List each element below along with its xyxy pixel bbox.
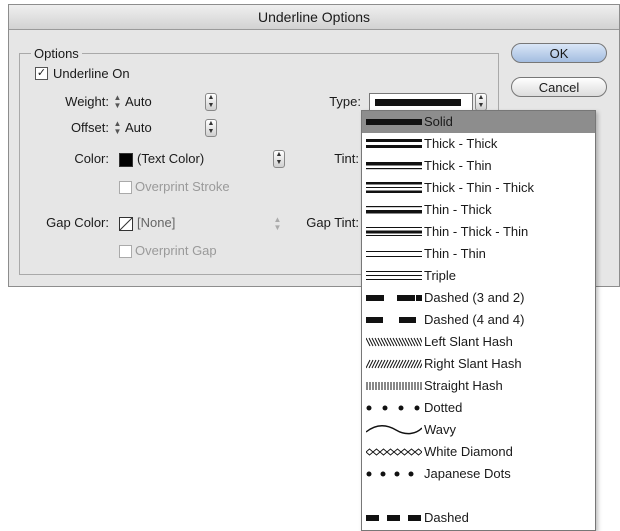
type-dropdown-icon[interactable]: ▲ ▼ — [475, 93, 487, 111]
gap-color-label: Gap Color: — [46, 215, 109, 230]
weight-dropdown-icon[interactable]: ▲ ▼ — [205, 93, 217, 111]
type-menu-item[interactable]: Left Slant Hash — [362, 331, 595, 353]
type-menu-item[interactable]: Thin - Thin — [362, 243, 595, 265]
left-slant-hash-line-icon — [366, 337, 422, 347]
type-menu-item-label: Solid — [424, 114, 453, 129]
dashed-3-2-line-icon — [366, 295, 422, 301]
type-menu-item[interactable]: Triple — [362, 265, 595, 287]
type-menu-item-label: Japanese Dots — [424, 466, 511, 481]
type-menu-item[interactable]: Dashed (3 and 2) — [362, 287, 595, 309]
underline-on-checkbox[interactable]: ✓ — [35, 67, 48, 80]
dashed-line-icon — [366, 515, 421, 521]
type-menu-item-label: Triple — [424, 268, 457, 283]
text-color-swatch-icon — [119, 153, 133, 167]
thin-thick-line-icon — [366, 206, 422, 214]
thick-thin-line-icon — [366, 162, 422, 170]
japanese-dots-line-icon — [366, 471, 414, 477]
none-color-swatch-icon — [119, 217, 133, 231]
type-menu-item[interactable]: Thick - Thin - Thick — [362, 177, 595, 199]
solid-line-icon — [366, 119, 422, 125]
type-menu-item-label: Thin - Thick — [424, 202, 492, 217]
type-dropdown-menu: Solid Thick - Thick Thick - Thin Thick - Th… — [361, 110, 596, 531]
type-menu-item-label: Right Slant Hash — [424, 356, 522, 371]
type-menu-item-label: Thick - Thin — [424, 158, 492, 173]
overprint-stroke-checkbox[interactable] — [119, 181, 132, 194]
type-menu-item-label: Thick - Thick — [424, 136, 498, 151]
type-menu-item[interactable]: Thick - Thin — [362, 155, 595, 177]
offset-stepper-icon[interactable]: ▲ ▼ — [113, 120, 122, 136]
type-menu-item[interactable]: Straight Hash — [362, 375, 595, 397]
dialog-title: Underline Options — [9, 5, 619, 30]
solid-line-sample-icon — [375, 99, 461, 106]
overprint-stroke-label: Overprint Stroke — [135, 179, 230, 194]
overprint-gap-checkbox[interactable] — [119, 245, 132, 258]
color-dropdown-icon[interactable]: ▲ ▼ — [273, 150, 285, 168]
type-menu-item-label: Wavy — [424, 422, 457, 437]
dashed-4-4-line-icon — [366, 317, 416, 323]
weight-label: Weight: — [65, 94, 109, 109]
color-label: Color: — [74, 151, 109, 166]
offset-label: Offset: — [70, 120, 109, 135]
triple-line-icon — [366, 271, 422, 280]
type-menu-item[interactable]: Wavy — [362, 419, 595, 441]
thick-thick-line-icon — [366, 139, 422, 148]
type-menu-item-label: Dashed — [424, 510, 469, 525]
thin-thin-line-icon — [366, 251, 422, 257]
type-menu-item[interactable]: Thick - Thick — [362, 133, 595, 155]
weight-stepper-icon[interactable]: ▲ ▼ — [113, 94, 122, 110]
type-menu-item[interactable]: Dotted — [362, 397, 595, 419]
right-slant-hash-line-icon — [366, 359, 422, 369]
underline-on-label: Underline On — [53, 66, 130, 81]
white-diamond-line-icon — [366, 448, 422, 456]
wavy-line-icon — [366, 425, 422, 435]
type-menu-item-label: Thin - Thin — [424, 246, 486, 261]
type-menu-item[interactable]: Thin - Thick — [362, 199, 595, 221]
type-menu-item[interactable]: Japanese Dots — [362, 463, 595, 485]
type-menu-item-label: Dashed (3 and 2) — [424, 290, 525, 305]
type-menu-item-label: Dashed (4 and 4) — [424, 312, 525, 327]
straight-hash-line-icon — [366, 382, 422, 390]
type-select[interactable] — [369, 93, 473, 111]
thick-thin-thick-line-icon — [366, 182, 422, 193]
thin-thick-thin-line-icon — [366, 227, 422, 236]
cancel-button[interactable]: Cancel — [511, 77, 607, 97]
color-select[interactable]: (Text Color) — [137, 150, 257, 168]
gap-tint-label: Gap Tint: — [306, 215, 359, 230]
weight-input[interactable]: Auto — [125, 93, 185, 111]
offset-dropdown-icon[interactable]: ▲ ▼ — [205, 119, 217, 137]
type-menu-item[interactable]: Dashed (4 and 4) — [362, 309, 595, 331]
type-menu-item-label: Straight Hash — [424, 378, 503, 393]
options-group-label: Options — [31, 46, 82, 61]
type-menu-item[interactable]: Solid — [362, 111, 595, 133]
gap-color-dropdown-icon[interactable]: ▲ ▼ — [273, 216, 282, 232]
gap-color-select[interactable]: [None] — [137, 214, 257, 232]
type-menu-item[interactable]: Dashed — [362, 507, 595, 529]
type-menu-item — [362, 485, 595, 507]
type-menu-item[interactable]: White Diamond — [362, 441, 595, 463]
type-menu-item-label: Dotted — [424, 400, 463, 415]
type-menu-item-label: Thick - Thin - Thick — [424, 180, 535, 195]
type-menu-item-label: Thin - Thick - Thin — [424, 224, 529, 239]
ok-button[interactable]: OK — [511, 43, 607, 63]
type-label: Type: — [329, 94, 361, 109]
type-menu-item-label: White Diamond — [424, 444, 513, 459]
dotted-line-icon — [366, 405, 420, 411]
type-menu-item[interactable]: Thin - Thick - Thin — [362, 221, 595, 243]
offset-input[interactable]: Auto — [125, 119, 185, 137]
type-menu-item[interactable]: Right Slant Hash — [362, 353, 595, 375]
tint-label: Tint: — [334, 151, 359, 166]
overprint-gap-label: Overprint Gap — [135, 243, 217, 258]
type-menu-item-label: Left Slant Hash — [424, 334, 513, 349]
